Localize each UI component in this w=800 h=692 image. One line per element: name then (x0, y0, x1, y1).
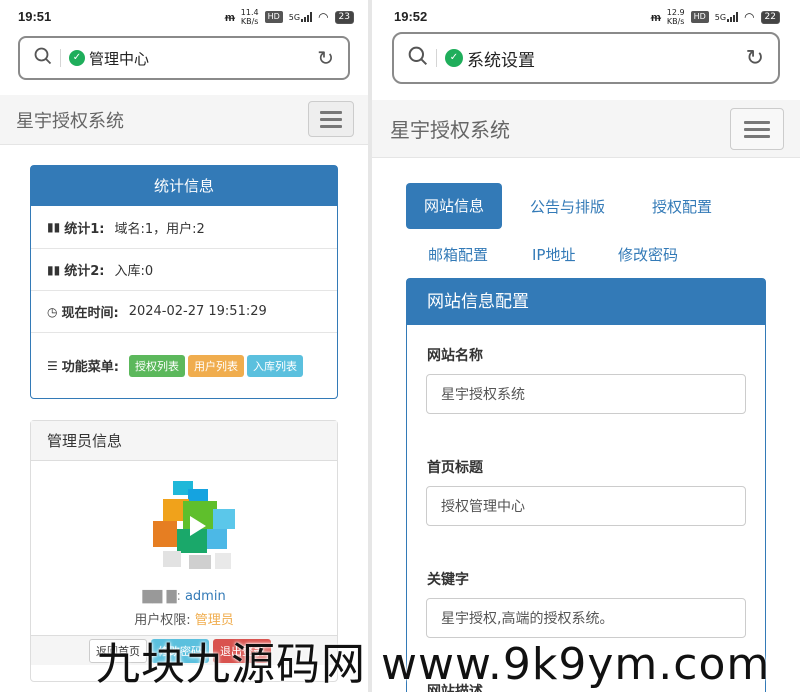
bar-chart-icon: ▮▮ (47, 220, 61, 234)
tab-site-info[interactable]: 网站信息 (406, 183, 503, 229)
nfc-icon: ᵯ (224, 10, 235, 24)
stats-row-1: ▮▮ 统计1: 域名:1，用户:2 (31, 206, 337, 248)
bar-chart-icon: ▮▮ (47, 262, 61, 277)
keywords-label: 关键字 (427, 572, 469, 588)
address-bar[interactable]: ✓ 系统设置 ↻ (392, 32, 780, 84)
stats-card: 统计信息 ▮▮ 统计1: 域名:1，用户:2 ▮▮ 统计2: 入库:0 ◷ 现在… (30, 165, 338, 399)
stats-card-title: 统计信息 (31, 166, 337, 206)
address-title: 系统设置 (467, 50, 535, 71)
stats-row-label: 现在时间: (61, 306, 119, 321)
nfc-icon: ᵯ (650, 10, 661, 24)
address-title: 管理中心 (89, 49, 150, 68)
panel-title: 网站信息配置 (407, 279, 765, 325)
menu-row: ☰ 功能菜单: 授权列表 用户列表 入库列表 (31, 332, 337, 398)
address-separator (436, 49, 437, 67)
stats-row-value: 域名:1，用户:2 (114, 221, 205, 237)
menu-label: 功能菜单: (61, 360, 119, 375)
signal-icon: 5G (715, 12, 739, 22)
reload-icon[interactable]: ↻ (746, 46, 764, 71)
stats-row-label: 统计2: (64, 264, 105, 279)
admin-permission: 用户权限: 管理员 (134, 613, 234, 628)
shield-check-icon: ✓ (69, 50, 85, 66)
admin-card-title: 管理员信息 (31, 421, 337, 461)
brand-title[interactable]: 星宇授权系统 (16, 107, 124, 133)
avatar (143, 471, 243, 581)
status-time: 19:51 (18, 9, 52, 24)
clock-icon: ◷ (47, 304, 58, 319)
battery-icon: 22 (760, 10, 780, 24)
battery-icon: 23 (334, 10, 354, 24)
stats-row-value: 2024-02-27 19:51:29 (128, 304, 267, 319)
hd-icon: HD (690, 11, 709, 23)
wifi-icon: ◠ (318, 10, 329, 24)
address-bar[interactable]: ✓ 管理中心 ↻ (18, 36, 350, 80)
search-icon[interactable] (408, 46, 428, 70)
stats-row-value: 入库:0 (114, 264, 154, 279)
hamburger-icon (744, 120, 770, 124)
navbar: 星宇授权系统 (372, 100, 800, 158)
stats-row-2: ▮▮ 统计2: 入库:0 (31, 248, 337, 290)
menu-storage-list[interactable]: 入库列表 (246, 354, 303, 377)
status-bar: 19:52 ᵯ 12.9 KB/s HD 5G ◠ 22 (372, 6, 800, 28)
right-phone-screen: 19:52 ᵯ 12.9 KB/s HD 5G ◠ 22 ✓ 系统设置 ↻ 星宇授… (372, 0, 800, 692)
address-separator (60, 49, 61, 67)
network-speed: 11.4 KB/s (240, 8, 259, 26)
site-name-input[interactable] (426, 374, 746, 414)
tab-mail-config[interactable]: 邮箱配置 (410, 236, 506, 273)
menu-toggle-button[interactable] (730, 108, 784, 150)
left-phone-screen: 19:51 ᵯ 11.4 KB/s HD 5G ◠ 23 ✓ 管理中心 ↻ 星宇授… (0, 0, 368, 692)
menu-auth-list[interactable]: 授权列表 (128, 354, 185, 377)
status-time: 19:52 (394, 9, 428, 24)
search-icon[interactable] (34, 47, 52, 69)
brand-title[interactable]: 星宇授权系统 (390, 114, 510, 143)
tab-change-password[interactable]: 修改密码 (600, 236, 696, 273)
tab-notice-layout[interactable]: 公告与排版 (512, 188, 623, 225)
menu-toggle-button[interactable] (308, 101, 354, 137)
hamburger-icon (320, 110, 342, 114)
list-icon: ☰ (47, 358, 58, 373)
admin-username: ▇▇ ▇: admin (142, 589, 226, 604)
network-speed: 12.9 KB/s (666, 8, 685, 26)
stats-row-label: 统计1: (64, 221, 105, 237)
tab-auth-config[interactable]: 授权配置 (634, 188, 730, 225)
signal-icon: 5G (289, 12, 313, 22)
home-title-label: 首页标题 (427, 460, 483, 476)
status-icons: ᵯ 11.4 KB/s HD 5G ◠ 23 (225, 8, 354, 26)
reload-icon[interactable]: ↻ (317, 46, 334, 70)
status-bar: 19:51 ᵯ 11.4 KB/s HD 5G ◠ 23 (0, 6, 368, 28)
navbar: 星宇授权系统 (0, 95, 368, 145)
shield-check-icon: ✓ (445, 49, 463, 67)
menu-user-list[interactable]: 用户列表 (187, 354, 244, 377)
stats-row-time: ◷ 现在时间: 2024-02-27 19:51:29 (31, 290, 337, 332)
hd-icon: HD (264, 11, 283, 23)
watermark: 九块九源码网 www.9k9ym.com (96, 639, 771, 690)
site-name-label: 网站名称 (427, 348, 483, 364)
status-icons: ᵯ 12.9 KB/s HD 5G ◠ 22 (651, 8, 780, 26)
tab-ip-address[interactable]: IP地址 (514, 236, 593, 273)
home-title-input[interactable] (426, 486, 746, 526)
wifi-icon: ◠ (744, 10, 755, 24)
